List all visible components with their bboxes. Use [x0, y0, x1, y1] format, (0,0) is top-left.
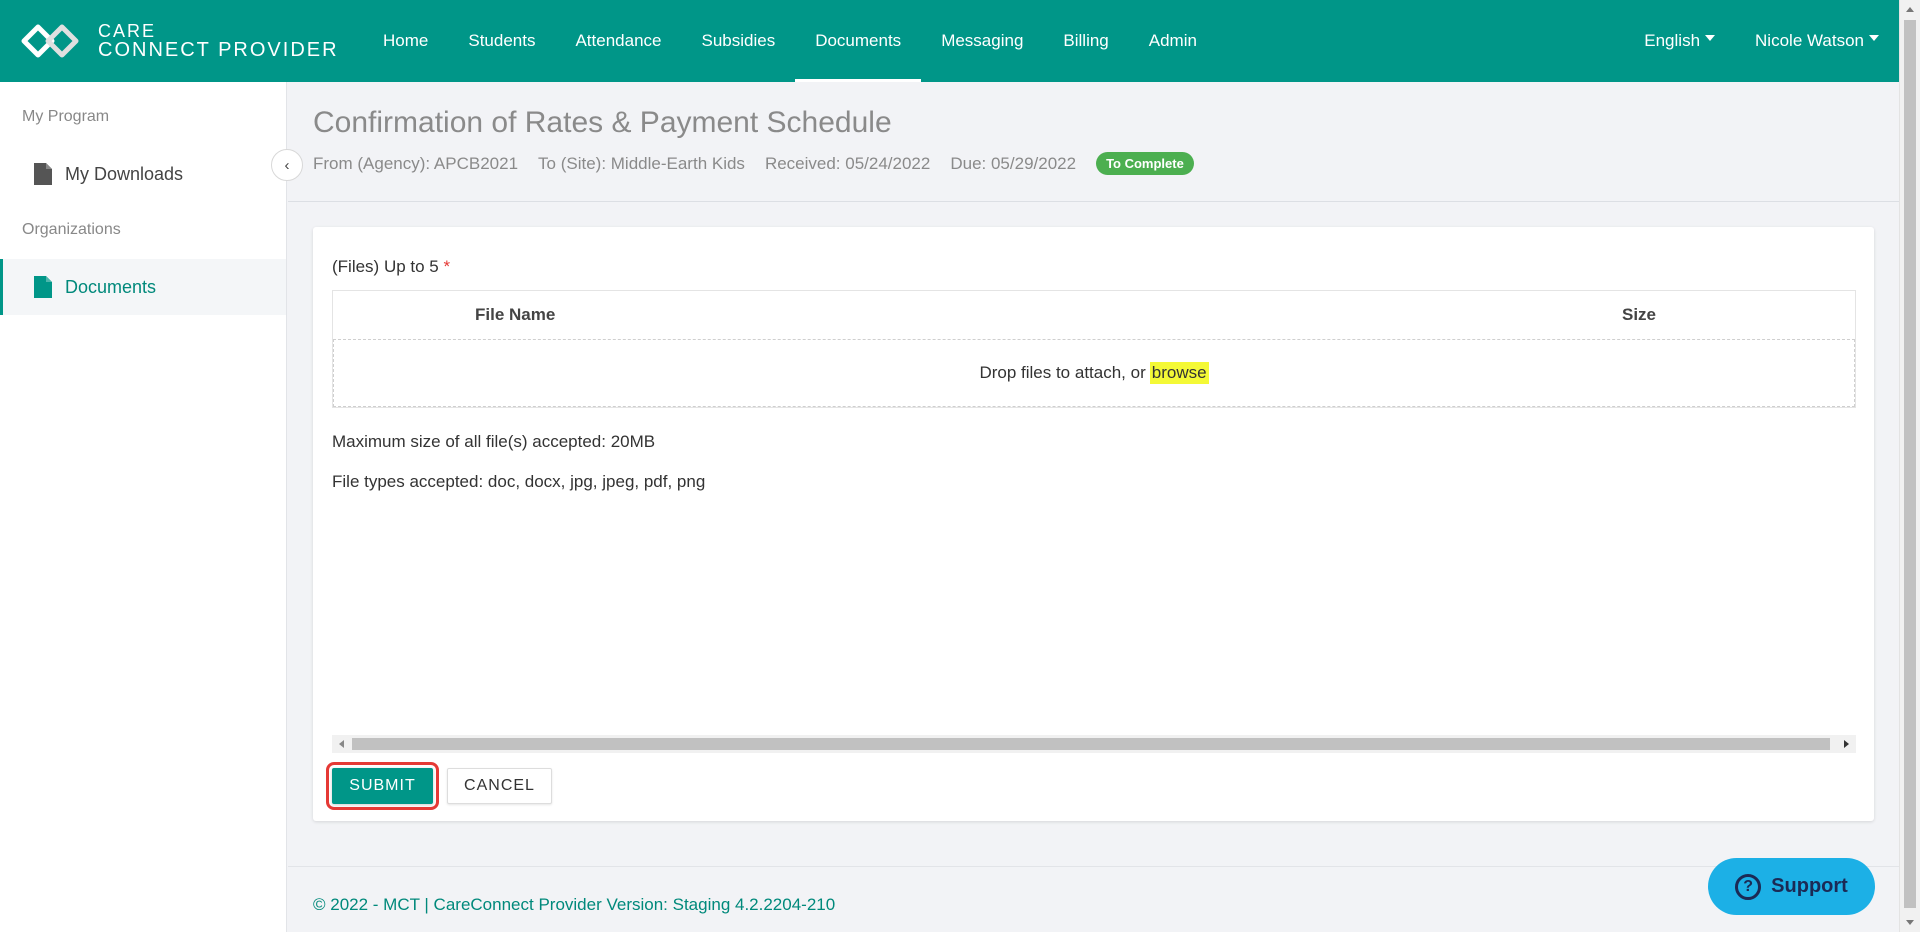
horizontal-scrollbar[interactable] — [332, 735, 1856, 753]
scrollbar-thumb[interactable] — [1904, 20, 1916, 908]
scroll-left-icon[interactable] — [339, 740, 344, 748]
from-agency: From (Agency): APCB2021 — [313, 153, 519, 173]
footer-divider — [288, 866, 1899, 867]
scroll-right-icon[interactable] — [1844, 740, 1849, 748]
scroll-up-icon[interactable] — [1906, 7, 1914, 12]
document-icon — [34, 276, 52, 298]
footer-text: © 2022 - MCT | CareConnect Provider Vers… — [313, 895, 836, 914]
nav-documents[interactable]: Documents — [795, 0, 922, 82]
caret-down-icon — [1705, 35, 1716, 41]
drop-text: Drop files to attach, or — [979, 363, 1146, 382]
support-button[interactable]: ? Support — [1708, 858, 1875, 915]
nav-attendance[interactable]: Attendance — [555, 0, 681, 82]
brand-logo[interactable]: CARE CONNECT PROVIDER — [18, 21, 348, 61]
cancel-button[interactable]: CANCEL — [447, 768, 552, 804]
nav-home[interactable]: Home — [363, 0, 448, 82]
received-date: Received: 05/24/2022 — [764, 153, 931, 173]
nav-subsidies[interactable]: Subsidies — [681, 0, 795, 82]
sidebar-section-my-program: My Program — [22, 108, 110, 125]
files-table: File Name Size Drop files to attach, or … — [332, 290, 1856, 408]
brand-line2: CONNECT PROVIDER — [98, 39, 339, 61]
sidebar-section-organizations: Organizations — [22, 221, 121, 238]
files-label: (Files) Up to 5 * — [332, 257, 450, 277]
main-nav: Home Students Attendance Subsidies Docum… — [363, 0, 1217, 82]
collapse-sidebar-button[interactable]: ‹ — [271, 149, 303, 181]
nav-students[interactable]: Students — [448, 0, 555, 82]
sidebar: My Program My Downloads Organizations Do… — [0, 82, 287, 932]
sidebar-item-label: Documents — [65, 276, 157, 297]
file-dropzone[interactable]: Drop files to attach, or browse — [333, 339, 1855, 407]
submit-button[interactable]: SUBMIT — [326, 762, 439, 810]
top-navbar: CARE CONNECT PROVIDER Home Students Atte… — [0, 0, 1899, 82]
user-dropdown[interactable]: Nicole Watson — [1735, 31, 1899, 51]
support-label: Support — [1771, 875, 1848, 897]
user-name: Nicole Watson — [1755, 31, 1864, 50]
scroll-down-icon[interactable] — [1906, 920, 1914, 925]
chevron-left-icon: ‹ — [284, 156, 290, 174]
required-mark: * — [443, 257, 451, 276]
language-label: English — [1644, 31, 1701, 50]
sidebar-item-my-downloads[interactable]: My Downloads — [0, 146, 286, 202]
files-label-text: (Files) Up to 5 — [332, 257, 439, 276]
sidebar-item-documents[interactable]: Documents — [0, 259, 286, 315]
logo-icon — [21, 24, 79, 58]
to-site: To (Site): Middle-Earth Kids — [538, 153, 745, 173]
document-meta: From (Agency): APCB2021 To (Site): Middl… — [313, 152, 1194, 175]
nav-billing[interactable]: Billing — [1043, 0, 1128, 82]
status-badge: To Complete — [1096, 152, 1194, 175]
page-header: Confirmation of Rates & Payment Schedule… — [288, 82, 1899, 202]
nav-messaging[interactable]: Messaging — [921, 0, 1043, 82]
nav-admin[interactable]: Admin — [1129, 0, 1217, 82]
due-date: Due: 05/29/2022 — [950, 153, 1077, 173]
caret-down-icon — [1869, 35, 1879, 41]
question-icon: ? — [1735, 873, 1762, 900]
column-header-size: Size — [1622, 305, 1657, 324]
page-scrollbar[interactable] — [1899, 0, 1920, 932]
max-size-info: Maximum size of all file(s) accepted: 20… — [332, 432, 656, 451]
upload-card: (Files) Up to 5 * File Name Size Drop fi… — [313, 227, 1874, 821]
language-dropdown[interactable]: English — [1624, 31, 1735, 51]
column-header-file-name: File Name — [475, 305, 556, 324]
sidebar-item-label: My Downloads — [65, 163, 184, 184]
document-icon — [34, 163, 52, 185]
browse-link[interactable]: browse — [1149, 362, 1209, 384]
scrollbar-thumb[interactable] — [352, 738, 1830, 750]
file-types-info: File types accepted: doc, docx, jpg, jpe… — [332, 472, 706, 491]
page-title: Confirmation of Rates & Payment Schedule — [313, 106, 892, 139]
